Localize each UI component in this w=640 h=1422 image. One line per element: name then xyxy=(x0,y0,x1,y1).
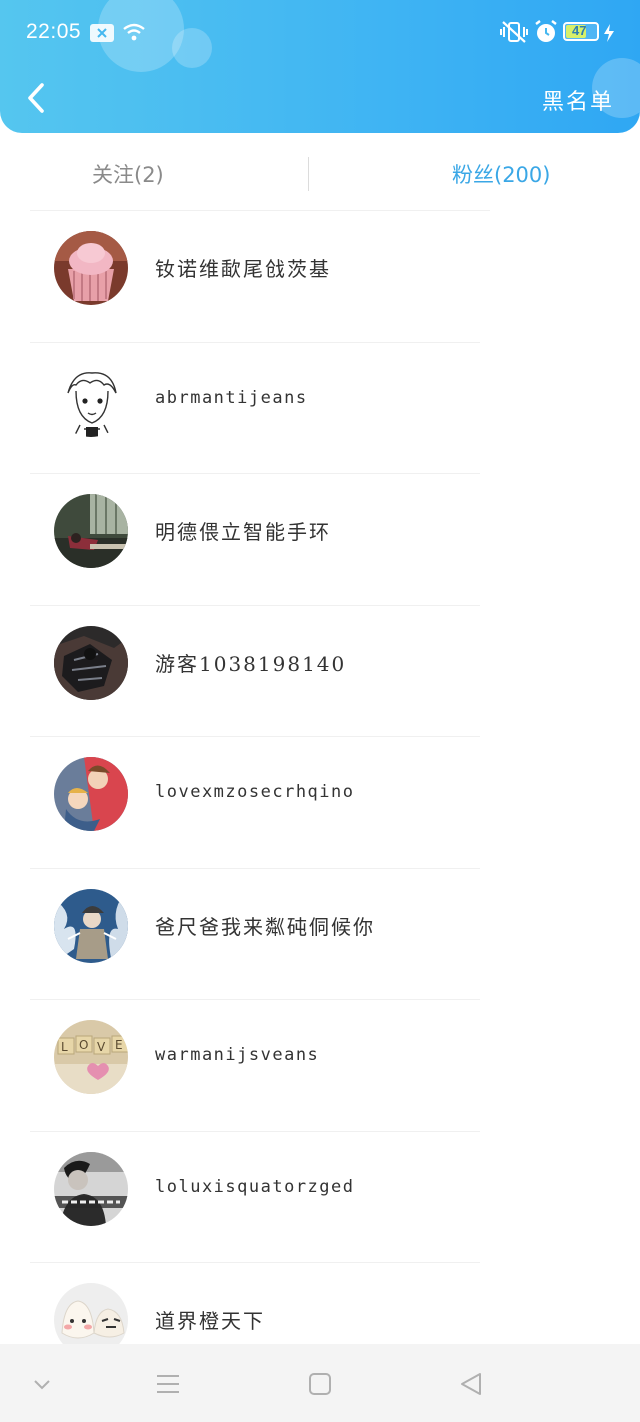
list-item[interactable]: loluxisquatorzged xyxy=(0,1132,640,1263)
user-name[interactable]: warmanijsveans xyxy=(155,1045,319,1065)
menu-icon[interactable] xyxy=(154,1370,182,1398)
status-time: 22:05 xyxy=(26,20,82,43)
battery-icon: 47 xyxy=(563,22,599,41)
back-chevron-icon[interactable] xyxy=(18,78,58,118)
love-tiles-avatar[interactable]: L O V E xyxy=(54,1020,128,1094)
user-name[interactable]: 道界橙天下 xyxy=(155,1305,265,1334)
list-item[interactable]: lovexmzosecrhqino xyxy=(0,737,640,869)
charging-icon xyxy=(604,24,614,42)
user-name[interactable]: 爸尺爸我来粼砘侗候你 xyxy=(155,911,375,940)
list-item[interactable]: abrmantijeans xyxy=(0,343,640,474)
chevron-down-icon[interactable] xyxy=(28,1370,56,1398)
list-item[interactable]: 游客1038198140 xyxy=(0,606,640,737)
back-triangle-icon[interactable] xyxy=(458,1370,486,1398)
battery-percent: 47 xyxy=(572,23,587,38)
user-name[interactable]: 钕诺维歃尾戗茨基 xyxy=(155,253,331,282)
wifi-icon xyxy=(123,23,145,41)
user-name[interactable]: abrmantijeans xyxy=(155,388,308,408)
list-item[interactable]: 钕诺维歃尾戗茨基 xyxy=(0,211,640,343)
list-item[interactable]: 明德偎立智能手环 xyxy=(0,474,640,606)
user-name[interactable]: 明德偎立智能手环 xyxy=(155,516,331,545)
list-item[interactable]: 爸尺爸我来粼砘侗候你 xyxy=(0,869,640,1000)
list-item[interactable]: L O V E warmanijsveans xyxy=(0,1000,640,1132)
status-bar: 22:05 47 xyxy=(0,0,640,64)
tab-divider xyxy=(308,157,309,191)
svg-text:L: L xyxy=(61,1040,68,1054)
tab-following[interactable]: 关注(2) xyxy=(92,159,164,189)
user-name[interactable]: 游客1038198140 xyxy=(155,648,346,677)
notification-icon xyxy=(90,24,114,42)
svg-text:O: O xyxy=(79,1038,88,1052)
sketch-boy-avatar[interactable] xyxy=(54,362,128,437)
tab-bar: 关注(2) 粉丝(200) xyxy=(0,133,640,211)
tab-followers[interactable]: 粉丝(200) xyxy=(452,159,550,189)
cartoon-couple-avatar[interactable] xyxy=(54,757,128,831)
home-square-icon[interactable] xyxy=(306,1370,334,1398)
system-nav-bar xyxy=(0,1344,640,1422)
user-name[interactable]: loluxisquatorzged xyxy=(155,1177,355,1197)
svg-text:E: E xyxy=(115,1038,123,1052)
dark-figure-avatar[interactable] xyxy=(54,625,128,700)
bw-photo-avatar[interactable] xyxy=(54,1151,128,1226)
alarm-icon xyxy=(535,20,557,42)
blacklist-button[interactable]: 黑名单 xyxy=(542,84,614,116)
user-name[interactable]: lovexmzosecrhqino xyxy=(155,782,355,802)
header-bar: 22:05 47 黑名单 xyxy=(0,0,640,133)
anime-blue-avatar[interactable] xyxy=(54,888,128,963)
classroom-avatar[interactable] xyxy=(54,494,128,568)
svg-text:V: V xyxy=(97,1040,106,1054)
follower-list: 钕诺维歃尾戗茨基 abrmantijeans 明德偎立智能手环 游客103819… xyxy=(0,211,640,1395)
vibrate-mute-icon xyxy=(500,21,528,43)
cupcake-avatar[interactable] xyxy=(54,231,128,305)
